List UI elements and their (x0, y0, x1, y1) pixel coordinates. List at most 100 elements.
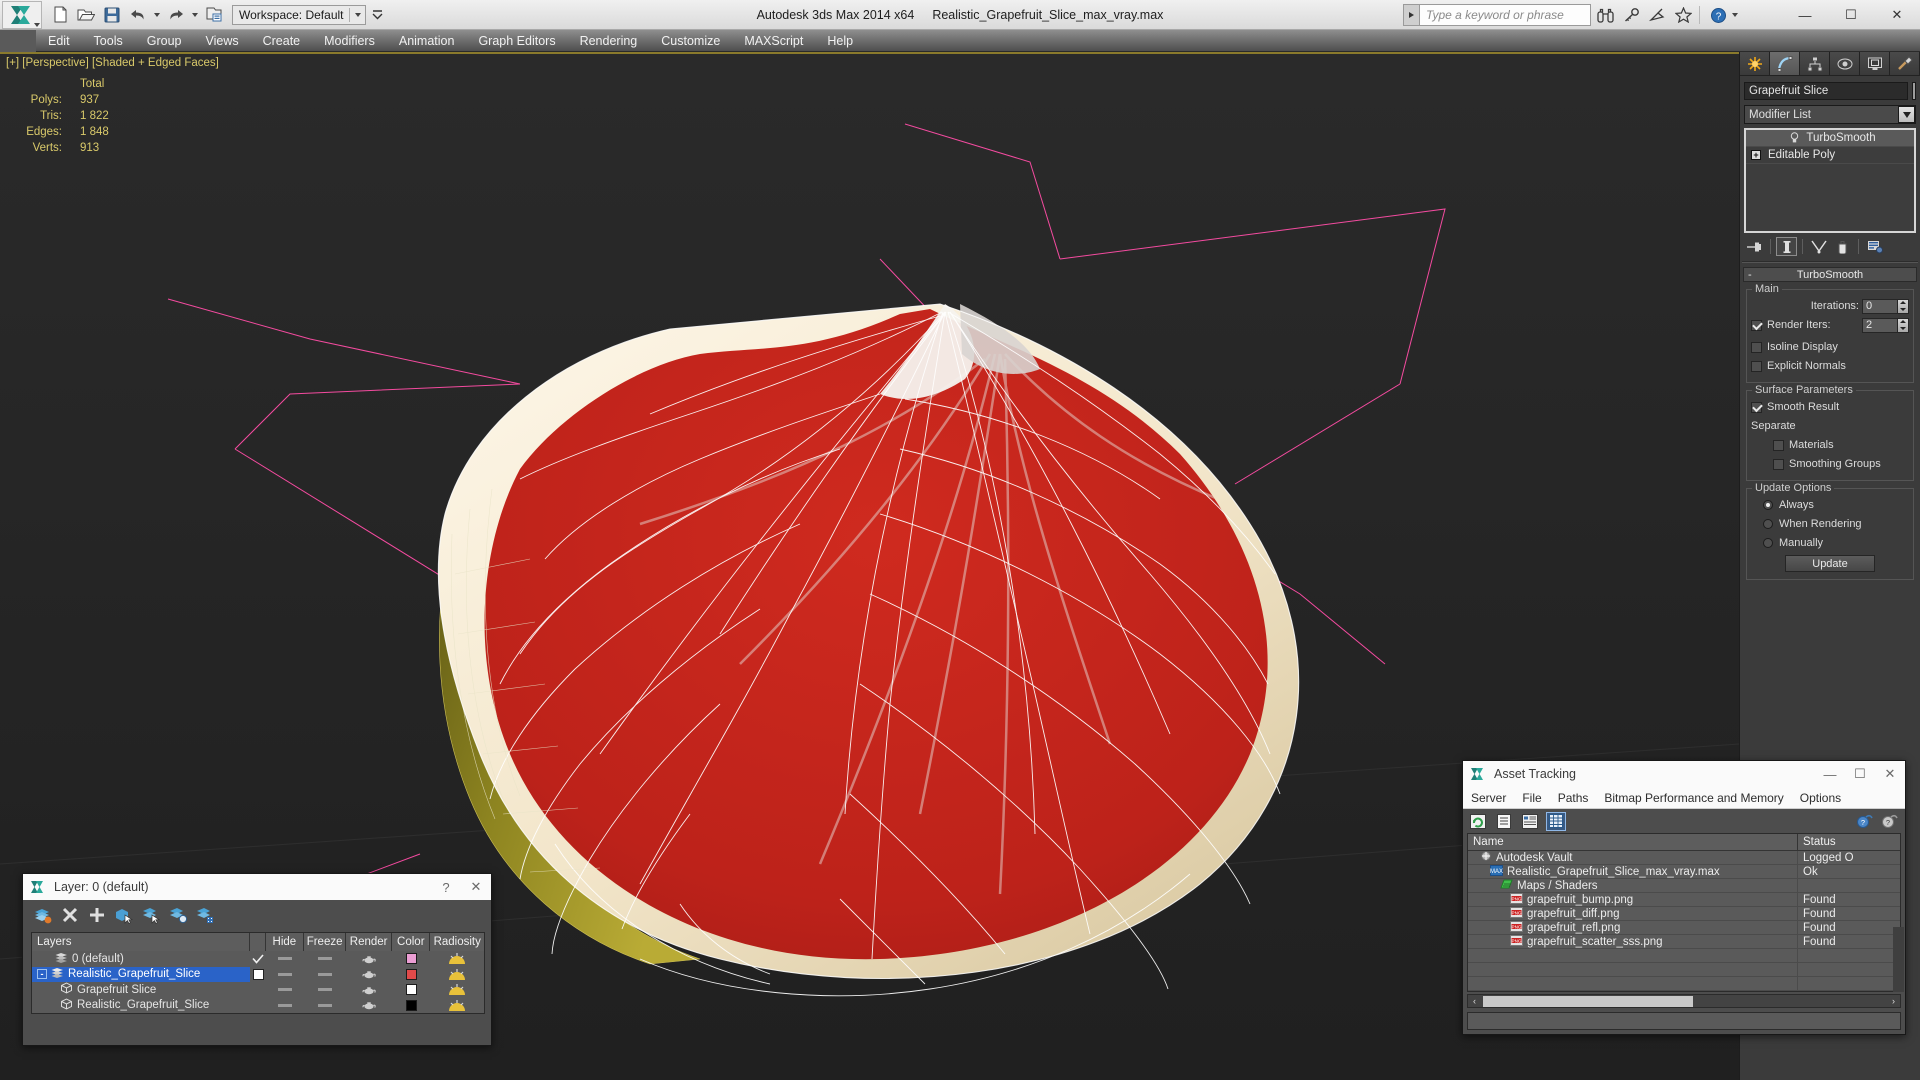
minimize-button[interactable]: — (1782, 1, 1828, 30)
object-color-swatch[interactable] (1912, 82, 1916, 100)
smooth-result-row[interactable]: Smooth Result (1751, 399, 1909, 415)
close-button[interactable]: ✕ (1874, 1, 1920, 30)
radiosity-toggle[interactable] (430, 967, 484, 983)
new-file-icon[interactable] (48, 3, 72, 27)
binoculars-icon[interactable] (1593, 3, 1617, 27)
object-name-field[interactable] (1744, 82, 1908, 100)
table-row[interactable] (1468, 977, 1900, 991)
table-row[interactable]: - Realistic_Grapefruit_Slice (32, 966, 484, 983)
radiosity-toggle[interactable] (431, 982, 484, 998)
asset-tracking-minimize-button[interactable]: — (1815, 761, 1845, 787)
hide-toggle[interactable] (266, 967, 304, 983)
asset-name-cell[interactable]: PNG grapefruit_scatter_sss.png (1468, 934, 1798, 948)
isoline-display-row[interactable]: Isoline Display (1751, 339, 1909, 355)
grid-view-icon[interactable] (1546, 811, 1566, 831)
refresh-icon[interactable] (1468, 812, 1488, 831)
utilities-tab[interactable] (1890, 52, 1920, 75)
smoothing-groups-checkbox[interactable] (1773, 458, 1784, 470)
hide-toggle[interactable] (266, 998, 304, 1014)
help-icon[interactable]: ? (1880, 812, 1900, 831)
open-file-icon[interactable] (74, 3, 98, 27)
menu-item-rendering[interactable]: Rendering (568, 30, 650, 52)
materials-row[interactable]: Materials (1751, 437, 1909, 453)
smooth-result-checkbox[interactable] (1751, 401, 1762, 413)
menu-item-group[interactable]: Group (135, 30, 194, 52)
hide-toggle[interactable] (266, 951, 304, 967)
new-layer-icon[interactable] (31, 903, 55, 927)
scroll-left-icon[interactable]: ‹ (1468, 995, 1481, 1007)
object-color-swatch[interactable] (392, 998, 430, 1014)
table-row[interactable]: Grapefruit Slice (32, 982, 484, 998)
layer-dialog-help-button[interactable]: ? (431, 874, 461, 900)
select-objects-in-layer-icon[interactable] (112, 903, 136, 927)
object-row-name-cell[interactable]: Grapefruit Slice (32, 982, 251, 998)
at-menu-paths[interactable]: Paths (1550, 787, 1597, 809)
menu-item-views[interactable]: Views (193, 30, 250, 52)
render-iters-spinner-arrows[interactable] (1898, 317, 1909, 333)
undo-chevron-icon[interactable] (154, 12, 160, 17)
pin-stack-icon[interactable] (1744, 237, 1765, 256)
col-render[interactable]: Render (346, 933, 393, 951)
maximize-button[interactable]: ☐ (1828, 1, 1874, 30)
asset-tracking-grid[interactable]: Name Status Autodesk Vault Logged O MAX (1467, 833, 1901, 992)
make-unique-icon[interactable] (1808, 237, 1829, 256)
rollout-header[interactable]: - TurboSmooth (1743, 267, 1917, 282)
update-when-rendering-row[interactable]: When Rendering (1751, 516, 1909, 532)
asset-name-cell[interactable]: PNG grapefruit_refl.png (1468, 920, 1798, 934)
render-toggle[interactable] (346, 982, 392, 998)
menu-item-animation[interactable]: Animation (387, 30, 467, 52)
highlight-selected-objects-icon[interactable] (166, 903, 190, 927)
workspace-chevron-icon[interactable] (354, 12, 361, 17)
search-input[interactable]: Type a keyword or phrase (1419, 4, 1591, 26)
redo-chevron-icon[interactable] (192, 12, 198, 17)
radiosity-toggle[interactable] (430, 951, 484, 967)
menu-item-graph-editors[interactable]: Graph Editors (466, 30, 567, 52)
modifier-stack[interactable]: TurboSmooth + Editable Poly (1744, 128, 1916, 233)
iterations-spinner-arrows[interactable] (1898, 298, 1909, 314)
asset-name-cell[interactable]: PNG grapefruit_bump.png (1468, 892, 1798, 906)
render-iters-input[interactable] (1862, 317, 1898, 333)
asset-name-cell[interactable]: PNG grapefruit_diff.png (1468, 906, 1798, 920)
remove-modifier-icon[interactable] (1832, 237, 1853, 256)
table-row[interactable]: Autodesk Vault Logged O (1468, 851, 1900, 865)
explicit-normals-checkbox[interactable] (1751, 360, 1762, 372)
render-toggle[interactable] (346, 967, 392, 983)
table-row[interactable] (1468, 949, 1900, 963)
update-when-rendering-radio[interactable] (1763, 519, 1773, 529)
stack-item-turbosmooth[interactable]: TurboSmooth (1746, 130, 1914, 147)
save-file-icon[interactable] (100, 3, 124, 27)
star-icon[interactable] (1671, 3, 1695, 27)
table-row[interactable]: Maps / Shaders (1468, 879, 1900, 893)
menu-item-edit[interactable]: Edit (36, 30, 82, 52)
show-end-result-icon[interactable] (1776, 237, 1797, 256)
table-row[interactable]: Realistic_Grapefruit_Slice (32, 998, 484, 1014)
render-toggle[interactable] (346, 951, 392, 967)
asset-tracking-dialog[interactable]: Asset Tracking — ☐ ✕ Server File Paths B… (1462, 760, 1906, 1035)
radiosity-toggle[interactable] (431, 998, 484, 1014)
layer-dialog[interactable]: Layer: 0 (default) ? ✕ Layers Hide Freez… (22, 873, 492, 1046)
asset-tracking-vertical-scrollbar[interactable] (1893, 927, 1904, 992)
stack-item-editable-poly[interactable]: + Editable Poly (1746, 147, 1914, 164)
table-row[interactable]: PNG grapefruit_scatter_sss.png Found (1468, 934, 1900, 949)
isoline-display-checkbox[interactable] (1751, 341, 1762, 353)
at-menu-bitmap-performance[interactable]: Bitmap Performance and Memory (1596, 787, 1791, 809)
hierarchy-tab[interactable] (1800, 52, 1830, 75)
menu-item-tools[interactable]: Tools (82, 30, 135, 52)
update-always-radio[interactable] (1763, 500, 1773, 510)
table-row[interactable]: PNG grapefruit_diff.png Found (1468, 906, 1900, 921)
qat-overflow-button[interactable] (370, 5, 386, 25)
update-always-row[interactable]: Always (1751, 497, 1909, 513)
vault-help-icon[interactable]: ? (1855, 812, 1875, 831)
menu-item-help[interactable]: Help (815, 30, 865, 52)
object-row-name-cell[interactable]: Realistic_Grapefruit_Slice (32, 998, 251, 1014)
col-freeze[interactable]: Freeze (304, 933, 347, 951)
smoothing-groups-row[interactable]: Smoothing Groups (1751, 456, 1909, 472)
col-color[interactable]: Color (392, 933, 431, 951)
key-icon[interactable] (1619, 3, 1643, 27)
application-menu-button[interactable] (2, 0, 42, 29)
layer-color-swatch[interactable] (392, 967, 430, 983)
render-iters-checkbox[interactable] (1751, 319, 1762, 331)
layer-color-swatch[interactable] (392, 951, 430, 967)
render-iters-spinner[interactable] (1862, 317, 1909, 333)
modifier-list-dropdown[interactable]: Modifier List (1744, 105, 1916, 124)
